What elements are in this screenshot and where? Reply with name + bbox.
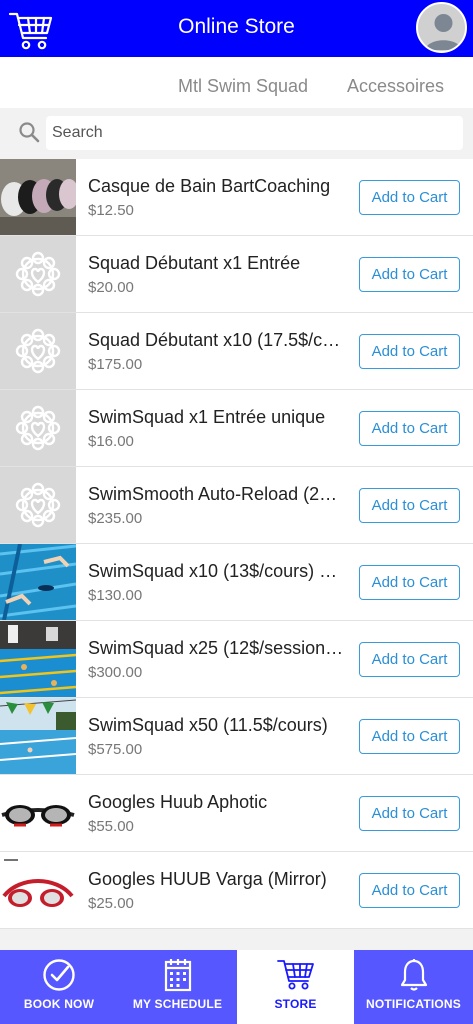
product-price: $300.00 <box>88 664 143 681</box>
user-avatar-icon[interactable] <box>416 2 467 53</box>
product-name: SwimSquad x1 Entrée unique <box>88 407 326 427</box>
product-image <box>0 621 76 697</box>
product-name: SwimSquad x10 (13$/cours) … <box>88 561 338 581</box>
check-circle-icon <box>43 959 75 991</box>
search-icon <box>18 121 40 143</box>
list-item[interactable]: Squad Débutant x10 (17.5$/c… $175.00 Add… <box>0 313 473 390</box>
list-item[interactable]: Casque de Bain BartCoaching $12.50 Add t… <box>0 159 473 236</box>
product-name: SwimSquad x50 (11.5$/cours) <box>88 715 328 735</box>
product-name: SwimSquad x25 (12$/session… <box>88 638 344 658</box>
add-to-cart-button[interactable]: Add to Cart <box>359 488 460 523</box>
placeholder-logo-icon <box>0 236 76 312</box>
product-list: Casque de Bain BartCoaching $12.50 Add t… <box>0 159 473 929</box>
bell-icon <box>400 959 427 991</box>
nav-my-schedule[interactable]: MY SCHEDULE <box>118 950 237 1024</box>
product-price: $25.00 <box>88 895 134 912</box>
product-price: $55.00 <box>88 818 134 835</box>
add-to-cart-button[interactable]: Add to Cart <box>359 180 460 215</box>
product-image <box>0 544 76 620</box>
cart-icon <box>276 960 314 990</box>
list-item[interactable]: SwimSmooth Auto-Reload (2… $235.00 Add t… <box>0 467 473 544</box>
add-to-cart-button[interactable]: Add to Cart <box>359 796 460 831</box>
product-price: $175.00 <box>88 356 143 373</box>
product-price: $575.00 <box>88 741 143 758</box>
list-item[interactable]: SwimSquad x10 (13$/cours) … $130.00 Add … <box>0 544 473 621</box>
search-bar <box>0 108 473 158</box>
placeholder-logo-icon <box>0 390 76 466</box>
product-name: SwimSmooth Auto-Reload (2… <box>88 484 338 504</box>
search-input[interactable] <box>46 116 463 150</box>
placeholder-logo-icon <box>0 313 76 389</box>
product-image <box>0 852 76 928</box>
nav-label: MY SCHEDULE <box>132 997 223 1011</box>
product-name: Casque de Bain BartCoaching <box>88 176 331 196</box>
nav-book-now[interactable]: BOOK NOW <box>0 950 118 1024</box>
add-to-cart-button[interactable]: Add to Cart <box>359 565 460 600</box>
tab-accessoires[interactable]: Accessoires <box>347 76 444 97</box>
product-image <box>0 159 76 235</box>
nav-store[interactable]: STORE <box>237 950 354 1024</box>
product-name: Googles HUUB Varga (Mirror) <box>88 869 327 889</box>
category-tabs: Mtl Swim Squad Accessoires <box>0 57 473 108</box>
product-price: $130.00 <box>88 587 143 604</box>
product-price: $12.50 <box>88 202 134 219</box>
bottom-navigation: BOOK NOW MY SCHEDULE STORE NOTIFICATIONS <box>0 950 473 1024</box>
nav-label: STORE <box>274 997 317 1011</box>
add-to-cart-button[interactable]: Add to Cart <box>359 719 460 754</box>
nav-label: BOOK NOW <box>23 997 95 1011</box>
list-item[interactable]: SwimSquad x1 Entrée unique $16.00 Add to… <box>0 390 473 467</box>
list-item[interactable]: SwimSquad x25 (12$/session… $300.00 Add … <box>0 621 473 698</box>
nav-label: NOTIFICATIONS <box>365 997 462 1011</box>
product-name: Squad Débutant x1 Entrée <box>88 253 301 273</box>
list-item[interactable]: SwimSquad x50 (11.5$/cours) $575.00 Add … <box>0 698 473 775</box>
calendar-icon <box>164 959 191 992</box>
product-name: Squad Débutant x10 (17.5$/c… <box>88 330 341 350</box>
tab-mtl-swim-squad[interactable]: Mtl Swim Squad <box>178 76 308 97</box>
product-image <box>0 775 76 851</box>
product-price: $20.00 <box>88 279 134 296</box>
placeholder-logo-icon <box>0 467 76 543</box>
product-name: Googles Huub Aphotic <box>88 792 268 812</box>
add-to-cart-button[interactable]: Add to Cart <box>359 873 460 908</box>
product-price: $235.00 <box>88 510 143 527</box>
nav-notifications[interactable]: NOTIFICATIONS <box>354 950 473 1024</box>
list-item[interactable]: Squad Débutant x1 Entrée $20.00 Add to C… <box>0 236 473 313</box>
add-to-cart-button[interactable]: Add to Cart <box>359 411 460 446</box>
page-title: Online Store <box>178 15 295 38</box>
list-item[interactable]: Googles HUUB Varga (Mirror) $25.00 Add t… <box>0 852 473 929</box>
product-image <box>0 698 76 774</box>
app-header: Online Store <box>0 0 473 57</box>
add-to-cart-button[interactable]: Add to Cart <box>359 257 460 292</box>
add-to-cart-button[interactable]: Add to Cart <box>359 334 460 369</box>
add-to-cart-button[interactable]: Add to Cart <box>359 642 460 677</box>
list-item[interactable]: Googles Huub Aphotic $55.00 Add to Cart <box>0 775 473 852</box>
product-price: $16.00 <box>88 433 134 450</box>
